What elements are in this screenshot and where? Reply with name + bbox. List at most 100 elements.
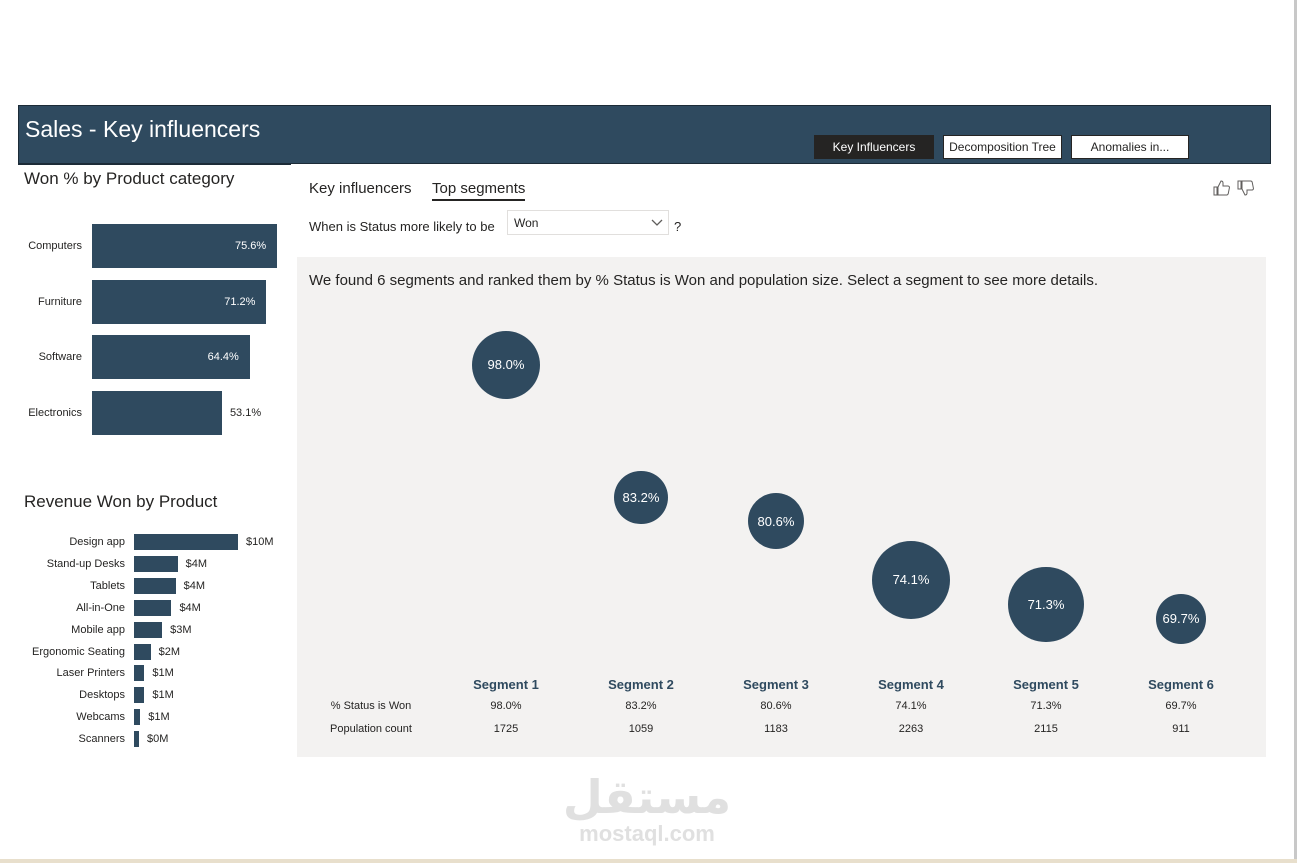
nav-anomalies-button[interactable]: Anomalies in... <box>1071 135 1189 159</box>
product-bar-row[interactable]: Laser Printers $1M <box>18 664 283 682</box>
product-bar[interactable] <box>134 665 145 682</box>
product-label: Scanners <box>78 733 125 746</box>
segment-header[interactable]: Segment 1 <box>446 677 566 692</box>
product-bar[interactable] <box>134 577 176 594</box>
product-label: Mobile app <box>71 623 125 636</box>
category-label: Furniture <box>37 295 82 308</box>
report-header: Sales - Key influencers Key Influencers … <box>18 105 1271 164</box>
segment-population: 911 <box>1172 723 1190 735</box>
nav-decomposition-tree-button[interactable]: Decomposition Tree <box>943 135 1062 159</box>
revenue-by-product-title: Revenue Won by Product <box>24 492 218 511</box>
category-bar-row[interactable]: Furniture 71.2% <box>18 279 288 324</box>
product-bar[interactable] <box>134 731 139 748</box>
page-bottom-border <box>0 859 1297 863</box>
product-value-label: $1M <box>152 689 174 702</box>
product-bar-row[interactable]: Scanners $0M <box>18 730 283 748</box>
segment-bubble[interactable]: 71.3% <box>1008 566 1084 643</box>
product-label: All-in-One <box>76 601 125 614</box>
segment-won-pct: 71.3% <box>1030 700 1062 712</box>
product-value-label: $2M <box>158 645 181 658</box>
product-value-label: $4M <box>179 601 201 614</box>
segment-header[interactable]: Segment 4 <box>851 677 971 692</box>
product-value-label: $1M <box>152 667 174 680</box>
segment-population: 2263 <box>898 723 924 735</box>
product-bar[interactable] <box>134 621 163 638</box>
product-bar-row[interactable]: Design app $10M <box>18 533 283 551</box>
report-title: Sales - Key influencers <box>25 116 261 142</box>
row-label-won: % Status is Won <box>330 700 412 712</box>
segment-bubble[interactable]: 83.2% <box>614 471 668 525</box>
product-bar-row[interactable]: Desktops $1M <box>18 686 283 704</box>
product-label: Ergonomic Seating <box>32 645 125 658</box>
segment-population: 1725 <box>493 723 519 735</box>
chevron-down-icon <box>651 219 663 226</box>
segment-population: 1183 <box>764 723 788 735</box>
product-label: Design app <box>69 536 125 548</box>
segments-description: We found 6 segments and ranked them by %… <box>309 272 1099 289</box>
category-value-label: 64.4% <box>207 351 239 364</box>
segment-header[interactable]: Segment 5 <box>986 677 1106 692</box>
question-prefix: When is Status more likely to be <box>309 219 495 234</box>
segment-bubble[interactable]: 69.7% <box>1156 594 1206 644</box>
svg-text:مستقل: مستقل <box>563 770 731 824</box>
category-label: Software <box>38 351 82 364</box>
product-bar-row[interactable]: Webcams $1M <box>18 708 283 726</box>
tab-top-segments[interactable]: Top segments <box>432 180 526 201</box>
segment-won-pct: 74.1% <box>895 700 927 712</box>
segment-header[interactable]: Segment 2 <box>581 677 701 692</box>
segment-won-pct: 98.0% <box>490 700 522 712</box>
header-divider <box>18 163 291 165</box>
product-bar-row[interactable]: Mobile app $3M <box>18 621 283 639</box>
segment-won-pct: 69.7% <box>1165 700 1197 712</box>
category-bar-row[interactable]: Electronics 53.1% <box>18 391 288 436</box>
product-bar[interactable] <box>134 555 178 572</box>
question-suffix: ? <box>674 219 682 234</box>
product-bar[interactable] <box>134 687 145 704</box>
product-label: Desktops <box>79 689 125 702</box>
svg-text:mostaql.com: mostaql.com <box>579 821 715 846</box>
row-label-population: Population count <box>330 723 412 735</box>
product-label: Laser Printers <box>56 667 125 680</box>
segment-population: 1059 <box>628 723 654 735</box>
product-bar[interactable] <box>134 643 151 660</box>
segment-header[interactable]: Segment 6 <box>1121 677 1241 692</box>
product-bar[interactable] <box>134 709 141 726</box>
segment-bubble[interactable]: 80.6% <box>747 492 805 550</box>
top-segments-panel: We found 6 segments and ranked them by %… <box>297 257 1266 757</box>
category-label: Electronics <box>28 407 82 420</box>
product-value-label: $10M <box>246 536 274 548</box>
category-bar-row[interactable]: Software 64.4% <box>18 335 288 380</box>
category-label: Computers <box>28 240 82 252</box>
product-bar[interactable] <box>134 534 238 550</box>
product-bar-row[interactable]: Tablets $4M <box>18 577 283 595</box>
category-bar[interactable] <box>92 391 222 436</box>
product-bar[interactable] <box>134 599 172 616</box>
segment-header[interactable]: Segment 3 <box>716 677 836 692</box>
thumbs-down-icon[interactable] <box>1237 180 1255 200</box>
category-value-label: 71.2% <box>224 295 256 308</box>
tab-key-influencers[interactable]: Key influencers <box>309 180 412 197</box>
product-value-label: $4M <box>185 557 208 570</box>
mostaql-watermark-logo: مستقل mostaql.com <box>563 770 731 846</box>
product-bar-row[interactable]: Ergonomic Seating $2M <box>18 643 283 661</box>
nav-key-influencers-button[interactable]: Key Influencers <box>814 135 934 159</box>
segment-population: 2115 <box>1034 723 1058 735</box>
segment-won-pct: 80.6% <box>760 700 792 712</box>
category-bar-row[interactable]: Computers 75.6% <box>18 224 288 268</box>
category-value-label: 75.6% <box>235 240 267 252</box>
status-dropdown[interactable]: Won <box>507 210 669 235</box>
product-value-label: $0M <box>147 733 169 746</box>
product-label: Tablets <box>90 579 125 592</box>
segment-bubble[interactable]: 74.1% <box>872 540 950 619</box>
product-bar-row[interactable]: All-in-One $4M <box>18 599 283 617</box>
won-by-category-title: Won % by Product category <box>24 169 235 188</box>
thumbs-up-icon[interactable] <box>1213 180 1231 200</box>
segment-bubble[interactable]: 98.0% <box>471 330 541 400</box>
category-value-label: 53.1% <box>229 407 262 420</box>
status-dropdown-value: Won <box>514 216 539 230</box>
product-label: Stand-up Desks <box>46 557 125 570</box>
product-value-label: $1M <box>148 711 170 724</box>
product-label: Webcams <box>76 711 125 724</box>
product-bar-row[interactable]: Stand-up Desks $4M <box>18 555 283 573</box>
segment-won-pct: 83.2% <box>625 700 657 712</box>
